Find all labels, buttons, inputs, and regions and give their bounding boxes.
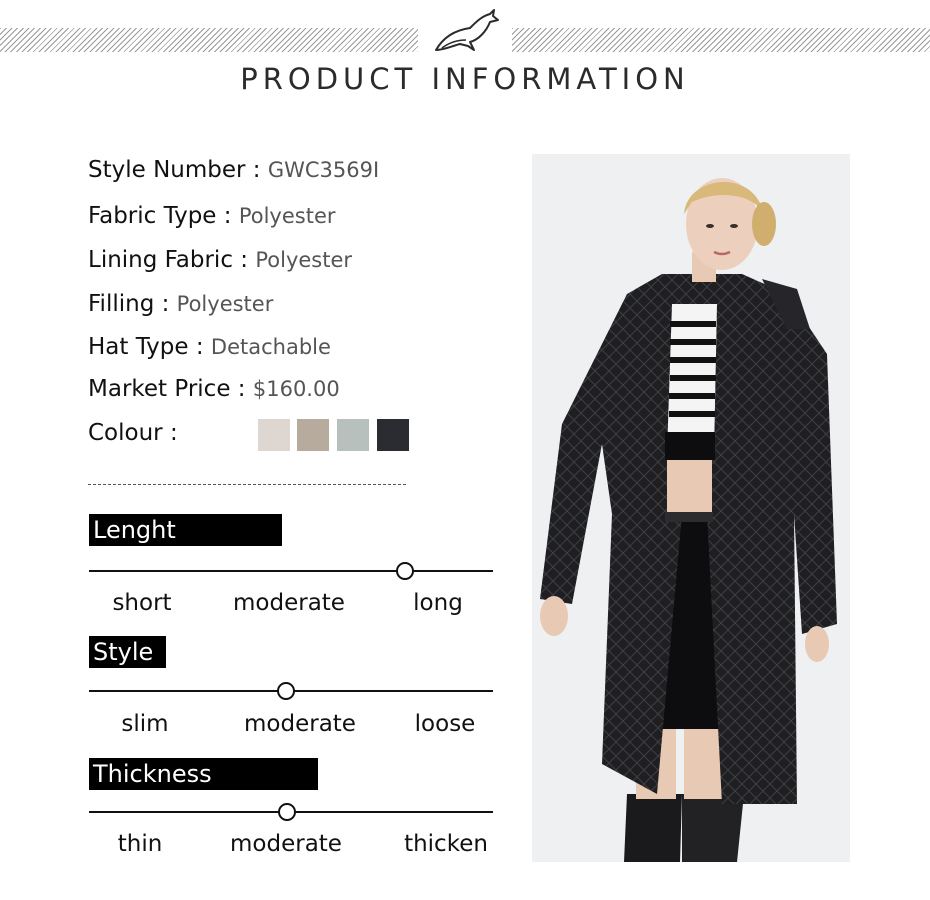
spec-value: GWC3569I — [267, 158, 380, 182]
scale-title-length: Lenght — [89, 514, 282, 546]
divider — [88, 484, 406, 485]
page-title: PRODUCT INFORMATION — [240, 62, 690, 96]
spec-fabric-type: Fabric Type : Polyester — [88, 203, 336, 229]
colour-label: Colour : — [88, 420, 178, 446]
colour-swatch[interactable] — [297, 419, 329, 451]
scale-title-style: Style — [89, 636, 166, 668]
scale-option: short — [112, 590, 172, 616]
spec-value: $160.00 — [252, 377, 340, 401]
spec-value: Polyester — [238, 204, 336, 228]
colour-swatch[interactable] — [377, 419, 409, 451]
spec-colour: Colour : — [88, 420, 178, 446]
spec-hat-type: Hat Type : Detachable — [88, 334, 331, 360]
spec-lining-fabric: Lining Fabric : Polyester — [88, 247, 352, 273]
spec-market-price: Market Price : $160.00 — [88, 376, 340, 402]
spec-value: Polyester — [176, 292, 274, 316]
colour-swatch[interactable] — [337, 419, 369, 451]
spec-label: Filling : — [88, 291, 170, 317]
spec-label: Fabric Type : — [88, 203, 232, 229]
spec-label: Style Number : — [88, 157, 261, 183]
spec-label: Lining Fabric : — [88, 247, 249, 273]
scale-option: slim — [121, 711, 169, 737]
scale-option: thin — [117, 831, 163, 857]
scale-option: loose — [414, 711, 476, 737]
scale-knob-style — [277, 682, 295, 700]
model-photo — [532, 154, 850, 862]
scale-option: thicken — [404, 831, 488, 857]
scale-option: long — [413, 590, 463, 616]
spec-label: Market Price : — [88, 376, 246, 402]
spec-filling: Filling : Polyester — [88, 291, 273, 317]
spec-label: Hat Type : — [88, 334, 204, 360]
scale-track-length — [89, 570, 493, 572]
scale-knob-length — [396, 562, 414, 580]
colour-swatch[interactable] — [258, 419, 290, 451]
fox-logo-icon — [435, 9, 499, 51]
header-hatch-right — [512, 28, 930, 52]
header-hatch-left — [0, 28, 418, 52]
scale-option: moderate — [244, 711, 356, 737]
scale-option: moderate — [233, 590, 345, 616]
scale-title-thickness: Thickness — [89, 758, 318, 790]
scale-knob-thickness — [278, 803, 296, 821]
spec-value: Detachable — [210, 335, 331, 359]
spec-value: Polyester — [255, 248, 353, 272]
scale-option: moderate — [230, 831, 342, 857]
spec-style-number: Style Number : GWC3569I — [88, 157, 379, 183]
